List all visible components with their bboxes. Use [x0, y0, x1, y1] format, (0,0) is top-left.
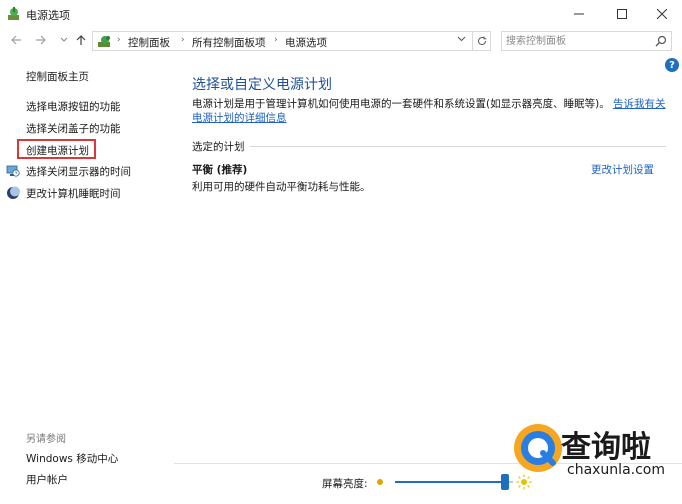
page-title: 选择或自定义电源计划: [192, 77, 332, 93]
description: 电源计划是用于管理计算机如何使用电源的一套硬件和系统设置(如显示器亮度、睡眠等)…: [192, 97, 672, 125]
change-plan-settings-link[interactable]: 更改计划设置: [591, 162, 654, 177]
minimize-icon: [574, 13, 584, 15]
close-button[interactable]: [645, 0, 679, 28]
breadcrumb-power-options[interactable]: 电源选项: [285, 35, 327, 50]
forward-arrow-icon: [36, 35, 46, 45]
address-dropdown-button[interactable]: [457, 34, 466, 46]
sidebar-item-mobility-center[interactable]: Windows 移动中心: [26, 451, 118, 466]
help-icon[interactable]: ?: [665, 58, 679, 72]
search-icon[interactable]: [654, 34, 668, 48]
monitor-clock-icon: [6, 165, 20, 177]
maximize-button[interactable]: [605, 0, 639, 28]
control-panel-icon: [98, 36, 110, 47]
sidebar-item-display-off[interactable]: 选择关闭显示器的时间: [26, 164, 131, 179]
title-bar: 电源选项: [0, 0, 682, 28]
sidebar-control-panel-home[interactable]: 控制面板主页: [26, 69, 89, 84]
selected-plan-heading: 选定的计划: [192, 141, 245, 153]
moon-icon: [7, 186, 20, 199]
watermark-title: 查询啦: [561, 430, 651, 465]
minimize-button[interactable]: [562, 0, 596, 28]
close-icon: [657, 9, 667, 19]
back-button[interactable]: [8, 32, 24, 48]
brightness-low-icon: [377, 479, 383, 485]
brightness-slider-thumb[interactable]: [500, 474, 509, 490]
sidebar-item-lid-close[interactable]: 选择关闭盖子的功能: [26, 121, 121, 136]
sidebar-item-sleep-time[interactable]: 更改计算机睡眠时间: [26, 186, 121, 201]
sidebar-item-create-plan[interactable]: 创建电源计划: [26, 143, 89, 158]
up-button[interactable]: [73, 32, 89, 48]
search-box[interactable]: [501, 31, 672, 51]
brightness-high-icon: [516, 474, 532, 490]
watermark-url: chaxunla.com: [567, 462, 665, 478]
breadcrumb-separator[interactable]: ›: [274, 35, 278, 45]
breadcrumb-control-panel[interactable]: 控制面板: [128, 35, 170, 50]
sidebar-item-user-accounts[interactable]: 用户帐户: [26, 472, 68, 487]
breadcrumb-separator: ›: [117, 35, 121, 45]
search-input[interactable]: [506, 34, 646, 48]
brightness-label: 屏幕亮度:: [322, 478, 368, 490]
chevron-down-icon: [60, 37, 68, 42]
back-arrow-icon: [11, 35, 21, 45]
breadcrumb-all-items[interactable]: 所有控制面板项: [192, 35, 266, 50]
see-also-heading: 另请参阅: [26, 434, 66, 445]
section-divider: [250, 146, 666, 147]
maximize-icon: [617, 9, 627, 19]
watermark-logo-icon: [514, 424, 562, 472]
plan-description: 利用可用的硬件自动平衡功耗与性能。: [192, 181, 371, 193]
refresh-button[interactable]: [473, 31, 491, 51]
brightness-slider-fill: [395, 481, 505, 483]
recent-locations-button[interactable]: [56, 32, 72, 48]
refresh-icon: [477, 36, 486, 46]
forward-button[interactable]: [33, 32, 49, 48]
address-box[interactable]: › 控制面板 › 所有控制面板项 › 电源选项: [92, 31, 473, 51]
chevron-down-icon: [457, 36, 466, 42]
sidebar-item-power-button[interactable]: 选择电源按钮的功能: [26, 99, 121, 114]
power-options-app-icon: [8, 7, 19, 20]
plan-name: 平衡 (推荐): [192, 164, 248, 176]
up-arrow-icon: [76, 35, 86, 45]
navigation-bar: › 控制面板 › 所有控制面板项 › 电源选项: [0, 28, 682, 54]
breadcrumb-separator[interactable]: ›: [181, 35, 185, 45]
description-text: 电源计划是用于管理计算机如何使用电源的一套硬件和系统设置(如显示器亮度、睡眠等)…: [192, 98, 610, 110]
window-title: 电源选项: [26, 9, 70, 22]
